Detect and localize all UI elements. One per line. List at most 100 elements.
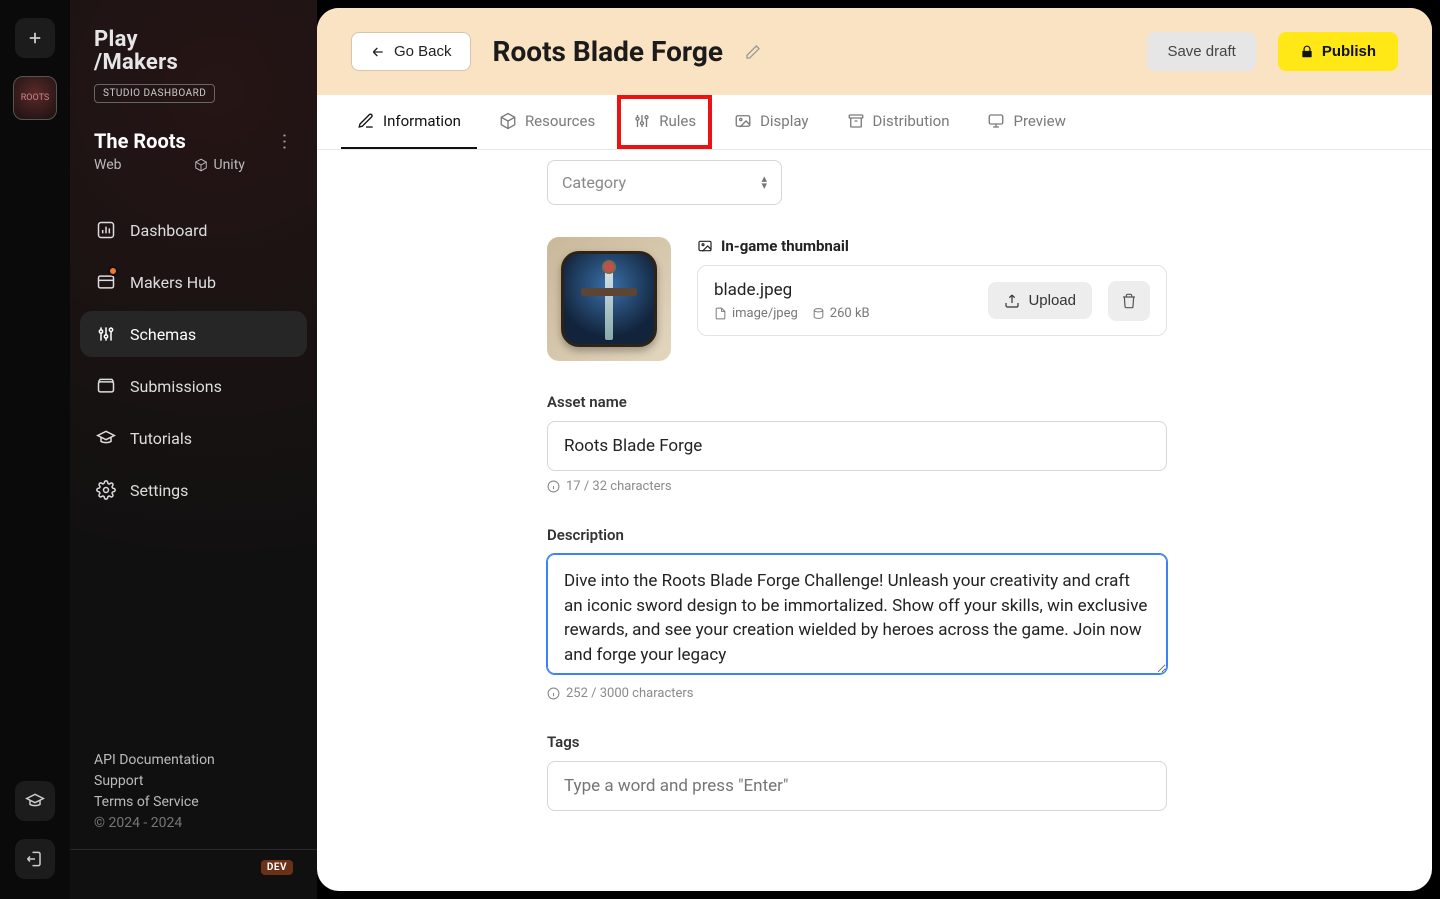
sidebar-item-schemas[interactable]: Schemas [80,311,307,357]
footer-copyright: © 2024 - 2024 [94,815,293,831]
cube-icon [194,158,208,172]
sidebar-nav: Dashboard Makers Hub Schemas Submissions… [70,207,317,513]
tab-label: Rules [659,112,696,130]
tab-label: Distribution [873,112,950,130]
info-icon [547,687,560,700]
chart-icon [96,220,116,240]
description-helper: 252 / 3000 characters [566,686,694,701]
project-engine-chip: Unity [194,157,245,173]
tab-display[interactable]: Display [718,95,824,149]
graduation-cap-icon [96,428,116,448]
project-platform: Web [94,157,122,173]
image-icon [734,112,752,130]
edit-icon [357,112,375,130]
tags-input[interactable] [547,761,1167,811]
sidebar-item-label: Settings [130,481,188,500]
tab-information[interactable]: Information [341,95,477,149]
tags-label: Tags [547,733,1167,751]
tab-resources[interactable]: Resources [483,95,611,149]
go-back-button[interactable]: Go Back [351,32,471,71]
sidebar: Play/Makers STUDIO DASHBOARD The Roots ⋯… [70,0,317,899]
footer-support-link[interactable]: Support [94,773,293,789]
file-mimetype: image/jpeg [732,306,798,321]
description-label: Description [547,526,1167,544]
thumbnail-preview [547,237,671,361]
category-select[interactable]: Category ▴▾ [547,160,782,205]
notification-dot-icon [108,266,118,276]
trash-icon [1121,293,1137,309]
monitor-icon [987,112,1005,130]
learn-button[interactable] [15,781,55,821]
project-engine: Unity [214,157,245,173]
footer-api-link[interactable]: API Documentation [94,752,293,768]
sidebar-item-submissions[interactable]: Submissions [80,363,307,409]
save-draft-button[interactable]: Save draft [1147,32,1255,71]
upload-icon [1004,293,1020,309]
sidebar-item-dashboard[interactable]: Dashboard [80,207,307,253]
file-size-chip: 260 kB [812,306,870,321]
asset-name-helper: 17 / 32 characters [566,479,672,494]
add-button[interactable] [15,18,55,58]
page-header: Go Back Roots Blade Forge Save draft Pub… [317,8,1432,95]
file-icon [714,307,727,320]
gear-icon [96,480,116,500]
plus-icon [26,29,44,47]
sidebar-item-label: Tutorials [130,429,192,448]
sidebar-item-label: Schemas [130,325,196,344]
description-textarea[interactable] [547,554,1167,674]
image-icon [697,238,713,254]
brand-line2: /Makers [94,50,178,75]
file-name: blade.jpeg [714,280,972,300]
file-size: 260 kB [830,306,870,321]
project-menu-button[interactable]: ⋯ [274,132,295,150]
footer-tos-link[interactable]: Terms of Service [94,794,293,810]
sidebar-item-makers-hub[interactable]: Makers Hub [80,259,307,305]
page-title: Roots Blade Forge [493,35,723,68]
sliders-icon [96,324,116,344]
app-rail: ROOTS [0,0,70,899]
category-placeholder: Category [562,173,626,192]
dev-badge: DEV [261,860,293,875]
brand-badge: STUDIO DASHBOARD [94,84,215,103]
inbox-icon [96,376,116,396]
sidebar-item-tutorials[interactable]: Tutorials [80,415,307,461]
tab-distribution[interactable]: Distribution [831,95,966,149]
project-thumbnail[interactable]: ROOTS [13,76,57,120]
graduation-cap-icon [25,791,45,811]
sidebar-footer: API Documentation Support Terms of Servi… [70,747,317,899]
asset-name-label: Asset name [547,393,1167,411]
thumbnail-label: In-game thumbnail [721,237,849,255]
tab-label: Resources [525,112,595,130]
asset-name-input[interactable] [547,421,1167,471]
tab-label: Information [383,112,461,130]
sword-artwork-icon [561,251,657,347]
logout-icon [25,849,45,869]
tab-label: Display [760,112,808,130]
upload-label: Upload [1028,292,1076,309]
sidebar-item-label: Submissions [130,377,222,396]
delete-file-button[interactable] [1108,281,1150,321]
tab-preview[interactable]: Preview [971,95,1081,149]
tab-label: Preview [1013,112,1065,130]
edit-title-button[interactable] [745,44,761,60]
cube-icon [499,112,517,130]
logout-button[interactable] [15,839,55,879]
info-icon [547,480,560,493]
sidebar-item-label: Makers Hub [130,273,216,292]
sliders-icon [633,112,651,130]
disk-icon [812,307,825,320]
go-back-label: Go Back [394,43,452,60]
brand-line1: Play [94,27,138,52]
main-panel: Go Back Roots Blade Forge Save draft Pub… [317,8,1432,891]
chevron-sort-icon: ▴▾ [761,176,767,189]
pencil-icon [745,44,761,60]
project-title: The Roots [94,129,186,153]
arrow-left-icon [370,44,386,60]
form-content: Category ▴▾ In-game thumbnail [317,150,1432,891]
publish-label: Publish [1322,43,1376,60]
upload-button[interactable]: Upload [988,282,1092,319]
file-mimetype-chip: image/jpeg [714,306,798,321]
sidebar-item-settings[interactable]: Settings [80,467,307,513]
tab-rules[interactable]: Rules [617,95,712,149]
publish-button[interactable]: Publish [1278,32,1398,71]
